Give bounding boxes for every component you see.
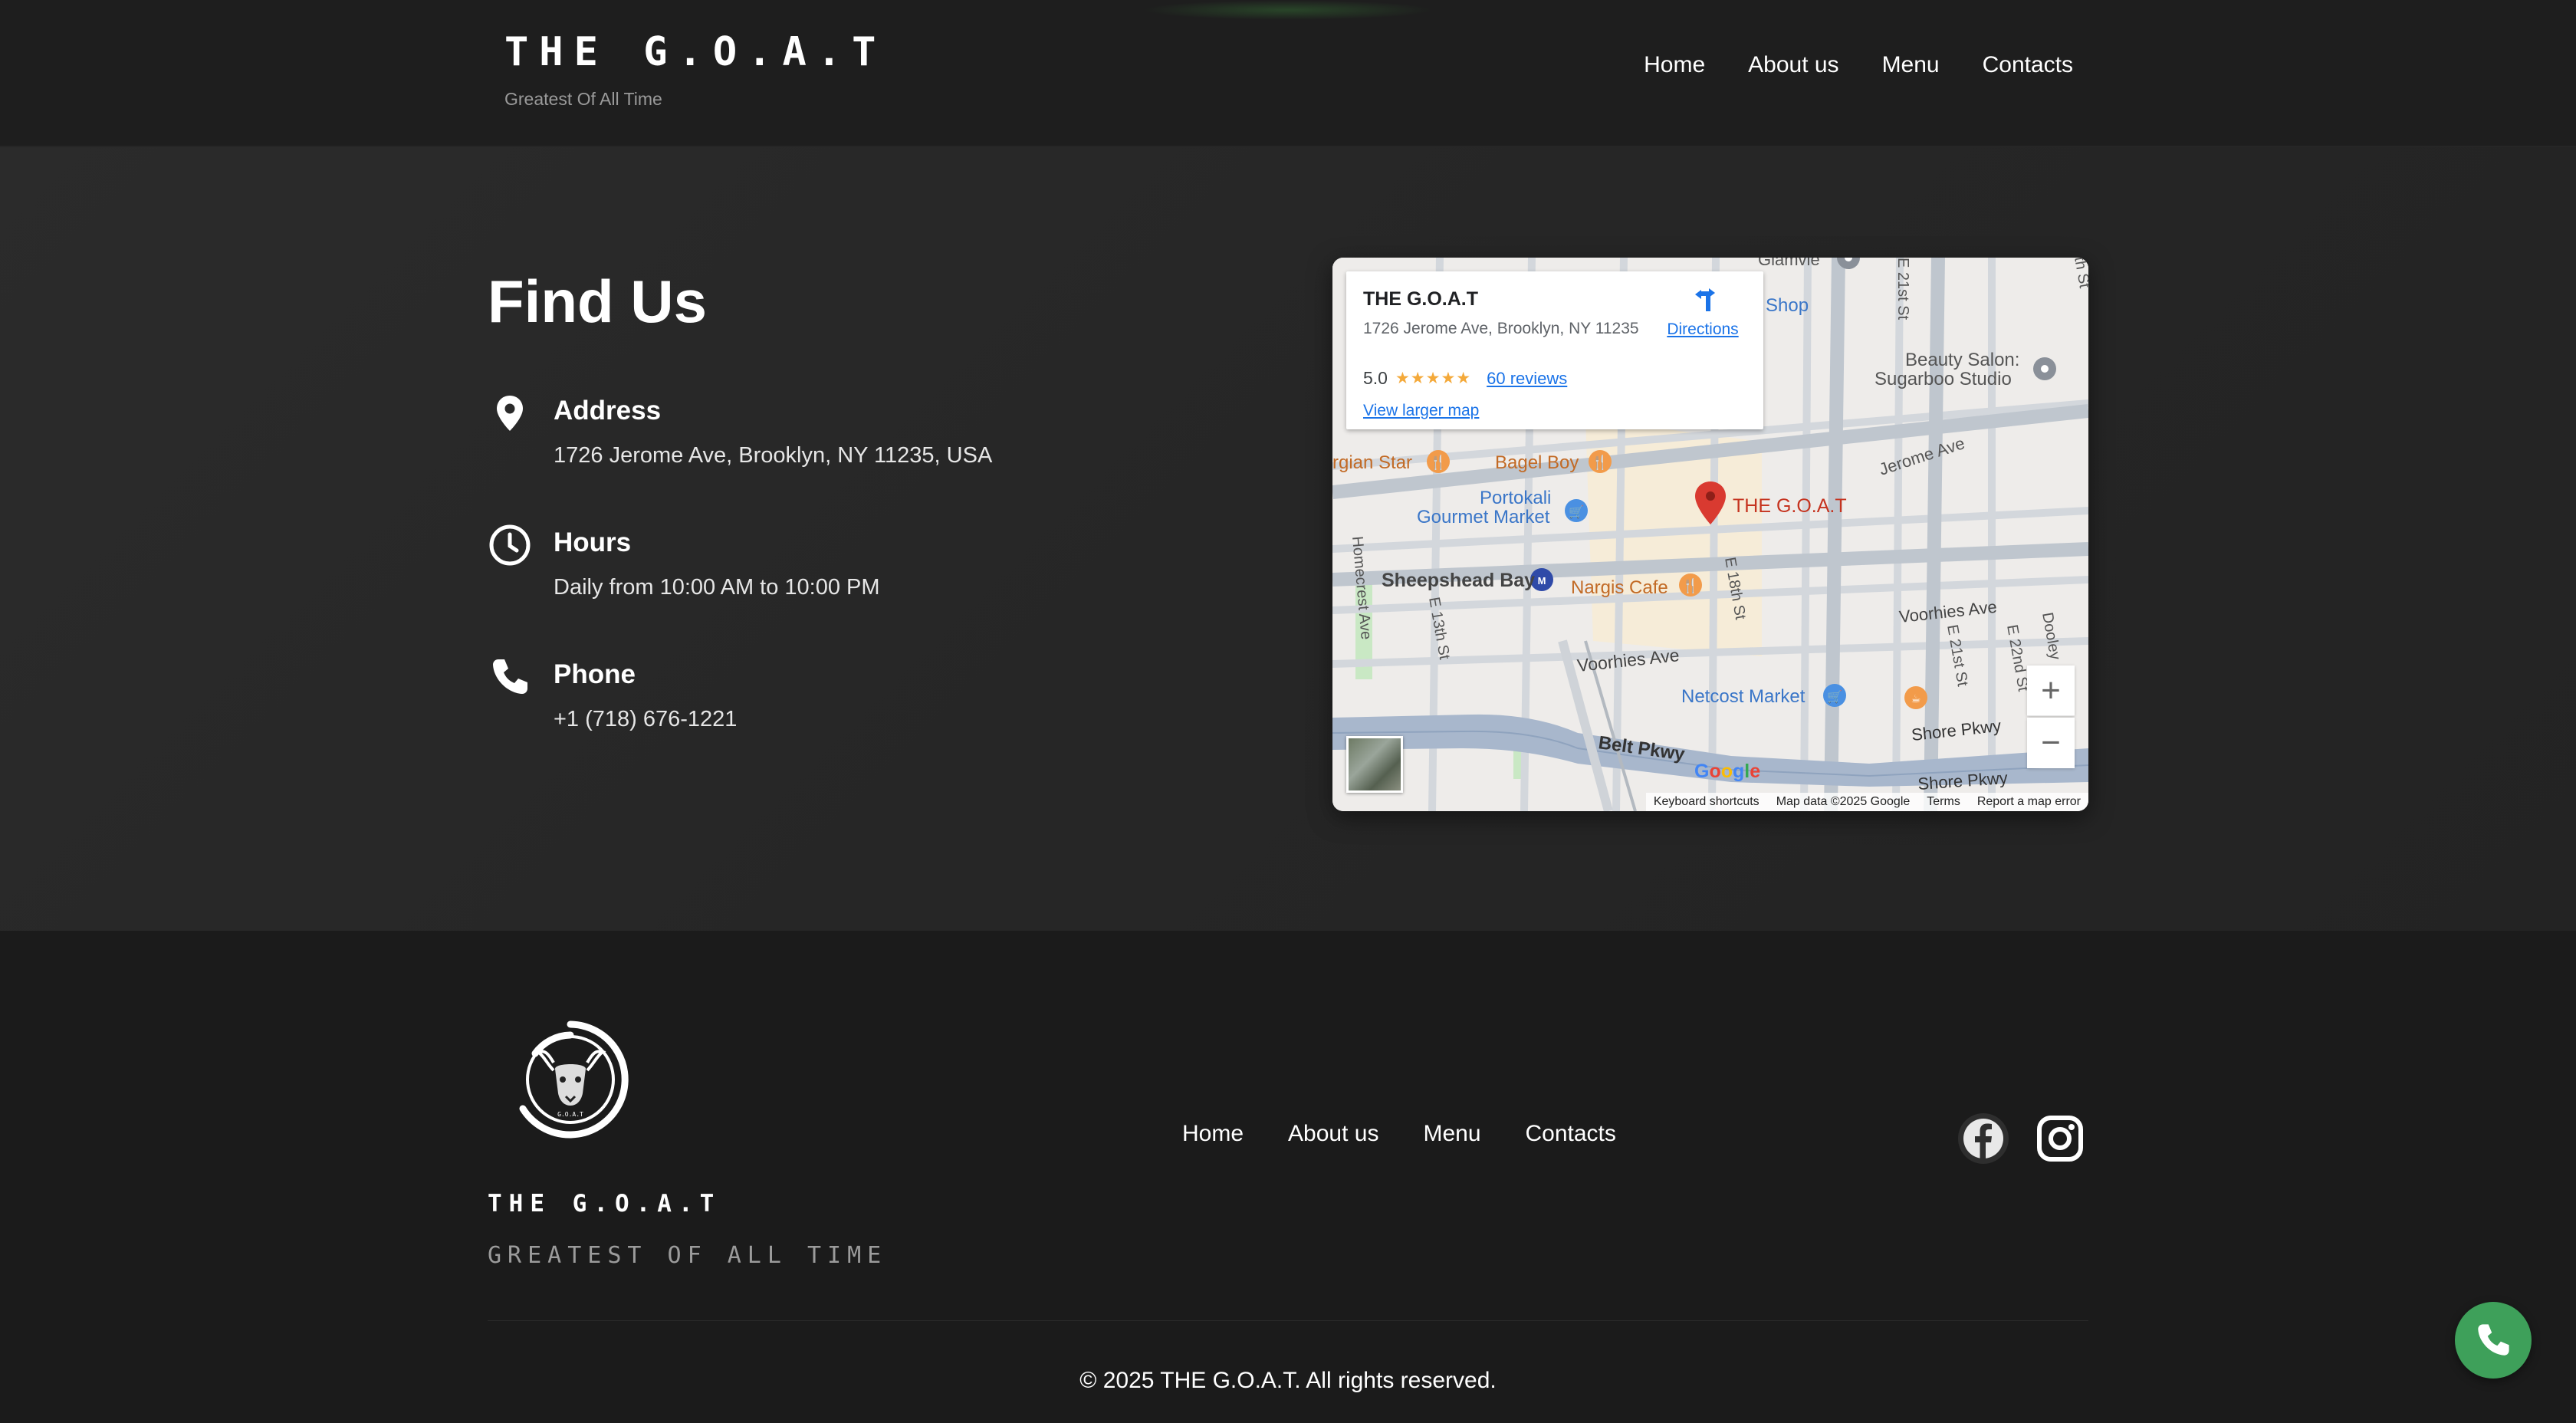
copyright-text: © 2025 THE G.O.A.T. All rights reserved. [1079,1368,1497,1393]
nav-about[interactable]: About us [1748,52,1838,78]
zoom-out-button[interactable]: − [2027,718,2075,768]
svg-text:M: M [1538,575,1546,587]
instagram-icon[interactable] [2033,1112,2087,1165]
footer-nav-menu[interactable]: Menu [1423,1121,1480,1147]
footer-nav: Home About us Menu Contacts [1182,1121,1616,1147]
google-logo: Google [1694,761,1761,782]
map-rating-value: 5.0 [1363,368,1388,388]
directions-label: Directions [1667,320,1739,338]
map-label-bagel-boy[interactable]: Bagel Boy [1495,452,1579,473]
shopping-cart-icon[interactable]: 🛒 [1823,684,1846,707]
address-label: Address [554,396,662,426]
restaurant-icon[interactable]: 🍴 [1427,450,1450,473]
phone-icon [493,659,527,694]
map-rating-stars: ★★★★★ [1395,370,1472,387]
footer-divider [488,1320,2088,1321]
map-label-beauty[interactable]: Beauty Salon: [1905,350,2019,370]
satellite-toggle[interactable] [1346,736,1403,793]
footer-tagline: GREATEST OF ALL TIME [488,1242,888,1269]
cafe-icon[interactable]: ☕ [1904,686,1927,709]
svg-text:🍴: 🍴 [1592,454,1608,471]
directions-icon [1695,288,1715,311]
site-tagline: Greatest Of All Time [504,89,662,109]
phone-value[interactable]: +1 (718) 676-1221 [554,707,737,732]
map-attribution-bar: Keyboard shortcuts Map data ©2025 Google… [1645,793,2088,811]
map-place-name: THE G.O.A.T [1363,288,1478,310]
facebook-icon[interactable] [1957,1112,2010,1165]
hours-label: Hours [554,527,632,557]
shopping-cart-icon[interactable]: 🛒 [1565,499,1588,522]
header-glow [1142,0,1434,20]
main-nav: Home About us Menu Contacts [1644,52,2073,78]
site-footer: G.O.A.T THE G.O.A.T GREATEST OF ALL TIME… [0,931,2576,1423]
svg-text:🛒: 🛒 [1827,689,1842,704]
map-label-portokali[interactable]: Portokali [1480,488,1551,508]
keyboard-shortcuts-link[interactable]: Keyboard shortcuts [1654,795,1760,809]
svg-text:🍴: 🍴 [1430,454,1447,471]
svg-text:☕: ☕ [1911,693,1921,705]
nav-home[interactable]: Home [1644,52,1705,78]
nav-contacts[interactable]: Contacts [1983,52,2073,78]
street-e21st-top: E 21st St [1894,258,1911,320]
restaurant-icon[interactable]: 🍴 [1589,450,1612,473]
view-larger-map-link[interactable]: View larger map [1363,402,1479,420]
footer-nav-about[interactable]: About us [1288,1121,1378,1147]
svg-text:G.O.A.T: G.O.A.T [557,1111,583,1118]
google-map[interactable]: 🍴 🍴 🛒 M 🍴 🛒 ☕ THE G.O.A.T Bagel Boy rgia… [1332,258,2088,811]
report-map-error-link[interactable]: Report a map error [1977,795,2081,809]
map-label-georgian-star[interactable]: rgian Star [1332,452,1412,473]
map-data-attribution: Map data ©2025 Google [1776,795,1911,808]
map-label-marker[interactable]: THE G.O.A.T [1733,495,1847,517]
call-button[interactable] [2455,1302,2532,1379]
nav-menu[interactable]: Menu [1882,52,1940,78]
svg-text:🍴: 🍴 [1682,577,1699,594]
map-rating: 5.0 ★★★★★ 60 reviews [1363,368,1567,389]
find-us-section: Find Us Address 1726 Jerome Ave, Brookly… [0,147,2576,931]
map-reviews-link[interactable]: 60 reviews [1487,369,1567,389]
place-icon[interactable] [2033,357,2056,380]
site-logo[interactable]: THE G.O.A.T [504,29,886,75]
phone-label: Phone [554,659,636,689]
map-place-card: THE G.O.A.T 1726 Jerome Ave, Brooklyn, N… [1346,271,1763,429]
restaurant-icon[interactable]: 🍴 [1679,573,1702,596]
zoom-in-button[interactable]: + [2027,665,2075,716]
map-label-glamvie[interactable]: Glamvie [1758,258,1820,269]
map-label-gourmet-market[interactable]: Gourmet Market [1417,507,1550,527]
section-title: Find Us [488,268,707,335]
map-label-netcost[interactable]: Netcost Market [1681,686,1806,707]
hours-value: Daily from 10:00 AM to 10:00 PM [554,575,880,600]
footer-nav-contacts[interactable]: Contacts [1526,1121,1616,1147]
goat-logo-icon[interactable]: G.O.A.T [508,1017,633,1142]
site-header: THE G.O.A.T Greatest Of All Time Home Ab… [0,0,2576,147]
footer-brand-name: THE G.O.A.T [488,1190,721,1218]
directions-button[interactable]: Directions [1661,285,1745,339]
svg-text:🛒: 🛒 [1569,504,1584,519]
clock-icon [489,524,531,566]
map-label-sheepshead[interactable]: Sheepshead Bay [1382,570,1535,591]
map-label-sugarboo[interactable]: Sugarboo Studio [1875,369,2012,389]
location-pin-icon [497,396,523,431]
map-label-nargis[interactable]: Nargis Cafe [1571,577,1668,598]
footer-nav-home[interactable]: Home [1182,1121,1244,1147]
map-place-address: 1726 Jerome Ave, Brooklyn, NY 11235 [1363,320,1639,337]
map-terms-link[interactable]: Terms [1927,795,1960,809]
address-value: 1726 Jerome Ave, Brooklyn, NY 11235, USA [554,443,993,468]
call-icon [2478,1324,2509,1356]
map-label-shop[interactable]: Shop [1766,295,1809,316]
